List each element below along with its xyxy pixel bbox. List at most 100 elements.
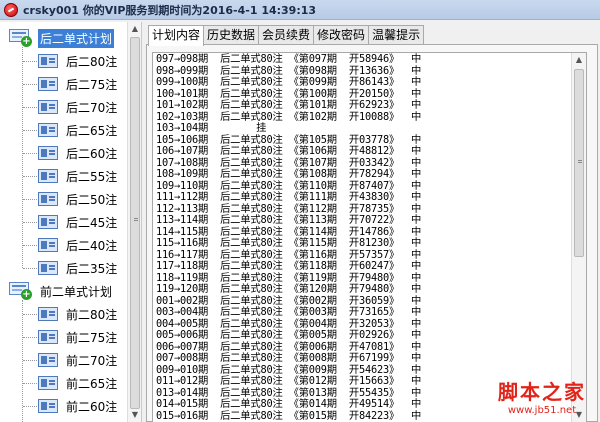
tree-connector [23,337,37,338]
plan-item-icon [38,169,58,183]
plan-group-icon: + [8,282,34,300]
grip-icon [578,160,582,163]
plan-line: 111→112期 后二单式80注 《第111期 开43830》 中 [156,191,422,203]
tree-group-node[interactable]: + 前二单式计划 [8,281,114,301]
tree-connector [23,360,37,361]
tree-item-label: 前二80注 [66,307,118,322]
tree-item-label: 后二35注 [66,261,118,276]
tree-item-label: 前二75注 [66,330,118,345]
plan-content-panel: 097→098期 后二单式80注 《第097期 开58946》 中 098→099… [146,44,598,422]
tree-item-node[interactable]: 后二60注 [38,143,119,163]
tree-group-label: 后二单式计划 [38,28,115,48]
plan-item-icon [38,77,58,91]
tree-item-node[interactable]: 前二65注 [38,373,119,393]
plan-line: 097→098期 后二单式80注 《第097期 开58946》 中 [156,53,422,65]
plan-item-icon [38,307,58,321]
window-title: crsky001 你的VIP服务到期时间为2016-4-1 14:39:13 [23,3,317,17]
title-bar: crsky001 你的VIP服务到期时间为2016-4-1 14:39:13 [0,0,600,20]
tree-item-node[interactable]: 后二55注 [38,166,119,186]
text-scrollbar-thumb[interactable] [574,69,584,257]
tree-item-label: 后二40注 [66,238,118,253]
scroll-up-arrow-icon[interactable]: ▲ [572,53,586,67]
tree-connector [23,406,37,407]
plan-item-icon [38,261,58,275]
plan-line: 117→118期 后二单式80注 《第118期 开60247》 中 [156,260,422,272]
plan-line: 119→120期 后二单式80注 《第120期 开79480》 中 [156,283,422,295]
tab-5[interactable]: 温馨提示 [368,25,425,45]
tree-connector [23,130,37,131]
watermark-url: www.jb51.net [507,405,577,416]
tree-item-label: 后二45注 [66,215,118,230]
plan-line: 003→004期 后二单式80注 《第003期 开73165》 中 [156,306,422,318]
scroll-down-arrow-icon[interactable]: ▼ [128,408,141,422]
plan-line: 011→012期 后二单式80注 《第012期 开15663》 中 [156,375,422,387]
tree-connector [23,383,37,384]
tree-item-node[interactable]: 后二65注 [38,120,119,140]
app-icon[interactable] [4,2,18,17]
plan-item-icon [38,100,58,114]
tree-item-node[interactable]: 后二80注 [38,51,119,71]
tree-item-node[interactable]: 后二75注 [38,74,119,94]
tab-2[interactable]: 历史数据 [203,25,260,45]
plan-item-icon [38,376,58,390]
tree-item-node[interactable]: 后二40注 [38,235,119,255]
tree-scrollbar-thumb[interactable] [130,37,140,409]
watermark-main: 脚本之家 [498,380,586,404]
tree-item-node[interactable]: 后二35注 [38,258,119,278]
tree-item-label: 前二70注 [66,353,118,368]
tree-item-label: 后二75注 [66,77,118,92]
tab-1[interactable]: 计划内容 [148,25,205,46]
tree-item-node[interactable]: 前二80注 [38,304,119,324]
tree-item-node[interactable]: 前二75注 [38,327,119,347]
tree-group-label: 前二单式计划 [40,284,113,299]
tab-strip: 计划内容 历史数据 会员续费 修改密码 温馨提示 [148,25,425,46]
plan-item-icon [38,215,58,229]
plan-line: 014→015期 后二单式80注 《第014期 开49514》 中 [156,398,422,410]
tree-connector [22,47,23,268]
plan-tree[interactable]: + 后二单式计划 后二80注 后二75注 后二70注 后二65注 后二60注 后二55注 后二5… [0,22,142,422]
tree-connector [23,199,37,200]
plan-line: 007→008期 后二单式80注 《第008期 开67199》 中 [156,352,422,364]
tree-item-label: 后二70注 [66,100,118,115]
tree-connector [23,222,37,223]
plan-item-icon [38,330,58,344]
plan-item-icon [38,123,58,137]
plan-line: 108→109期 后二单式80注 《第108期 开78294》 中 [156,168,422,180]
plan-text-area[interactable]: 097→098期 后二单式80注 《第097期 开58946》 中 098→099… [152,52,587,422]
scroll-up-arrow-icon[interactable]: ▲ [128,22,141,36]
plan-lines: 097→098期 后二单式80注 《第097期 开58946》 中 098→099… [156,53,422,422]
plan-item-icon [38,54,58,68]
tree-connector [23,153,37,154]
tree-connector [23,176,37,177]
tab-3[interactable]: 会员续费 [258,25,315,45]
tree-connector [23,245,37,246]
tree-item-node[interactable]: 后二50注 [38,189,119,209]
tree-scrollbar[interactable]: ▲ ▼ [127,22,141,422]
watermark: 脚本之家 www.jb51.net [498,376,586,416]
tree-connector [22,300,23,422]
plan-line: 101→102期 后二单式80注 《第101期 开62923》 中 [156,99,422,111]
tree-connector [23,84,37,85]
plan-line: 099→100期 后二单式80注 《第099期 开86143》 中 [156,76,422,88]
tree-item-label: 后二50注 [66,192,118,207]
plan-line: 113→114期 后二单式80注 《第113期 开70722》 中 [156,214,422,226]
plan-item-icon [38,238,58,252]
tree-group-node[interactable]: + 后二单式计划 [8,28,115,48]
tab-4[interactable]: 修改密码 [313,25,370,45]
tree-item-node[interactable]: 后二45注 [38,212,119,232]
tree-item-label: 后二80注 [66,54,118,69]
tree-connector [23,107,37,108]
tree-connector [23,268,37,269]
tree-item-label: 后二55注 [66,169,118,184]
tree-connector [23,61,37,62]
plan-item-icon [38,399,58,413]
tree-connector [23,314,37,315]
plan-item-icon [38,146,58,160]
tree-item-node[interactable]: 前二70注 [38,350,119,370]
tree-item-node[interactable]: 前二60注 [38,396,119,416]
tree-item-node[interactable]: 后二70注 [38,97,119,117]
plan-line: 106→107期 后二单式80注 《第106期 开48812》 中 [156,145,422,157]
text-scrollbar[interactable]: ▲ ▼ [571,53,586,422]
plan-line: 015→016期 后二单式80注 《第015期 开84223》 中 [156,409,422,422]
plan-group-icon: + [8,29,34,47]
